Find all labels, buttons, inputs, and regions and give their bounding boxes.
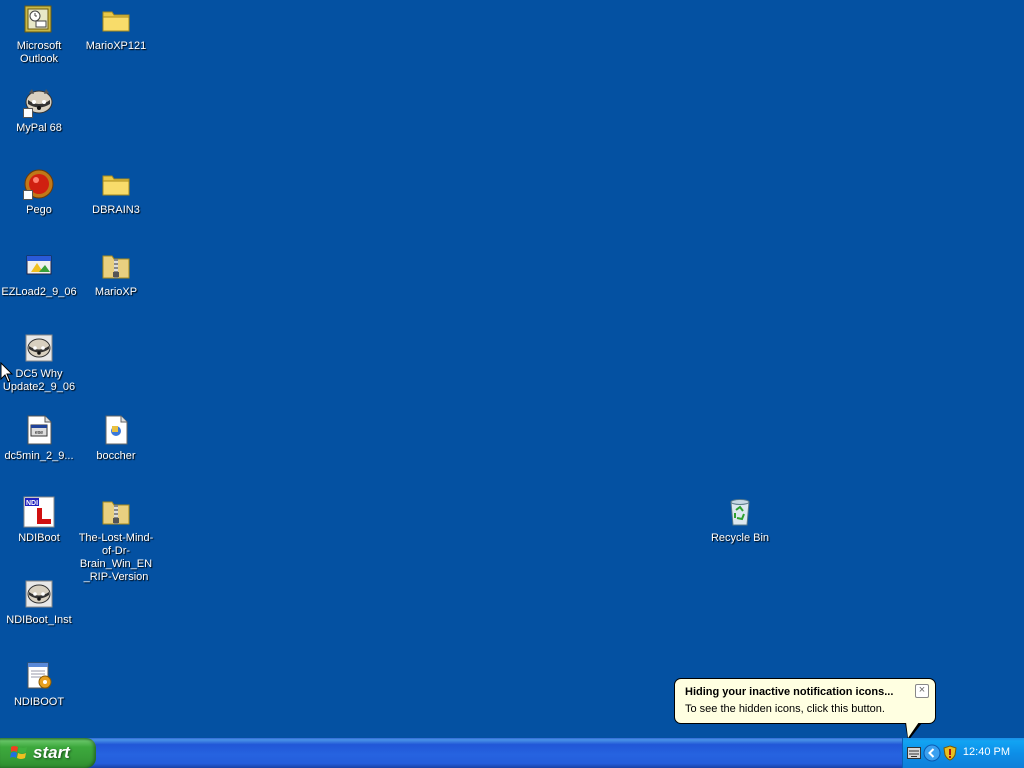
desktop-icon-boccher[interactable]: boccher	[77, 414, 155, 463]
icon-label: DBRAIN3	[92, 204, 140, 216]
mouse-pointer-icon	[0, 362, 14, 383]
desktop-icon-mypal-68[interactable]: MyPal 68	[0, 86, 78, 135]
desktop-icon-ndiboot[interactable]: NDI NDIBoot	[0, 496, 78, 545]
shortcut-arrow-icon	[23, 108, 33, 118]
document-icon	[100, 414, 132, 446]
desktop-icon-the-lost-mind-of-dr-brain[interactable]: The-Lost-Mind-of-Dr-Brain_Win_EN_RIP-Ver…	[77, 496, 155, 584]
icon-label: Pego	[26, 204, 52, 216]
balloon-close-button[interactable]: ×	[915, 684, 929, 698]
icon-label: NDIBoot	[18, 532, 60, 544]
balloon-tail-fill	[906, 722, 919, 738]
zip-folder-icon	[100, 250, 132, 282]
exe-file-icon: exe	[23, 414, 55, 446]
taskbar: start 12:40 PM	[0, 738, 1024, 768]
desktop-icon-ndiboot-config[interactable]: NDIBOOT	[0, 660, 78, 709]
notification-balloon[interactable]: Hiding your inactive notification icons.…	[674, 678, 936, 724]
red-ball-icon	[23, 168, 55, 200]
icon-label: MarioXP121	[85, 40, 147, 52]
icon-label: Recycle Bin	[710, 532, 770, 544]
keyboard-icon[interactable]	[907, 747, 921, 759]
icon-label: EZLoad2_9_06	[1, 286, 77, 298]
desktop-icon-microsoft-outlook[interactable]: Microsoft Outlook	[0, 4, 78, 66]
desktop-icon-marioxp121[interactable]: MarioXP121	[77, 4, 155, 53]
balloon-title: Hiding your inactive notification icons.…	[685, 686, 894, 698]
clock[interactable]: 12:40 PM	[963, 746, 1010, 758]
icon-label: MarioXP	[94, 286, 138, 298]
outlook-icon	[23, 4, 55, 36]
icon-label: Microsoft Outlook	[16, 40, 62, 65]
raccoon-icon	[23, 86, 55, 118]
system-tray: 12:40 PM	[902, 738, 1024, 768]
desktop-icon-ndiboot-inst[interactable]: NDIBoot_Inst	[0, 578, 78, 627]
shortcut-arrow-icon	[23, 190, 33, 200]
desktop-icon-dc5min[interactable]: exe dc5min_2_9...	[0, 414, 78, 463]
desktop: Microsoft Outlook MarioXP121 MyPal 68 Pe…	[0, 0, 1024, 738]
icon-label: MyPal 68	[16, 122, 62, 134]
start-button[interactable]: start	[0, 738, 96, 768]
desktop-icon-marioxp[interactable]: MarioXP	[77, 250, 155, 299]
icon-label: NDIBOOT	[13, 696, 65, 708]
notepad-gear-icon	[23, 660, 55, 692]
svg-text:exe: exe	[35, 430, 43, 436]
security-shield-icon[interactable]	[943, 745, 957, 761]
raccoon-icon	[23, 332, 55, 364]
icon-label: NDIBoot_Inst	[6, 614, 72, 626]
zip-folder-icon	[100, 496, 132, 528]
desktop-icon-pego[interactable]: Pego	[0, 168, 78, 217]
balloon-text: To see the hidden icons, click this butt…	[685, 703, 885, 715]
recycle-bin-icon	[724, 496, 756, 528]
folder-icon	[100, 4, 132, 36]
ndi-icon: NDI	[23, 496, 55, 528]
desktop-icon-dbrain3[interactable]: DBRAIN3	[77, 168, 155, 217]
desktop-icon-recycle-bin[interactable]: Recycle Bin	[701, 496, 779, 545]
raccoon-icon	[23, 578, 55, 610]
desktop-icon-ezload2-9-06[interactable]: EZLoad2_9_06	[0, 250, 78, 299]
icon-label: dc5min_2_9...	[4, 450, 74, 462]
show-hidden-icons-chevron-icon[interactable]	[923, 744, 941, 762]
icon-label: boccher	[96, 450, 136, 462]
folder-icon	[100, 168, 132, 200]
svg-text:NDI: NDI	[26, 500, 38, 507]
icon-label: The-Lost-Mind-of-Dr-Brain_Win_EN_RIP-Ver…	[78, 532, 154, 583]
start-label: start	[33, 743, 70, 762]
ezload-icon	[23, 250, 55, 282]
windows-logo-icon	[10, 746, 27, 759]
